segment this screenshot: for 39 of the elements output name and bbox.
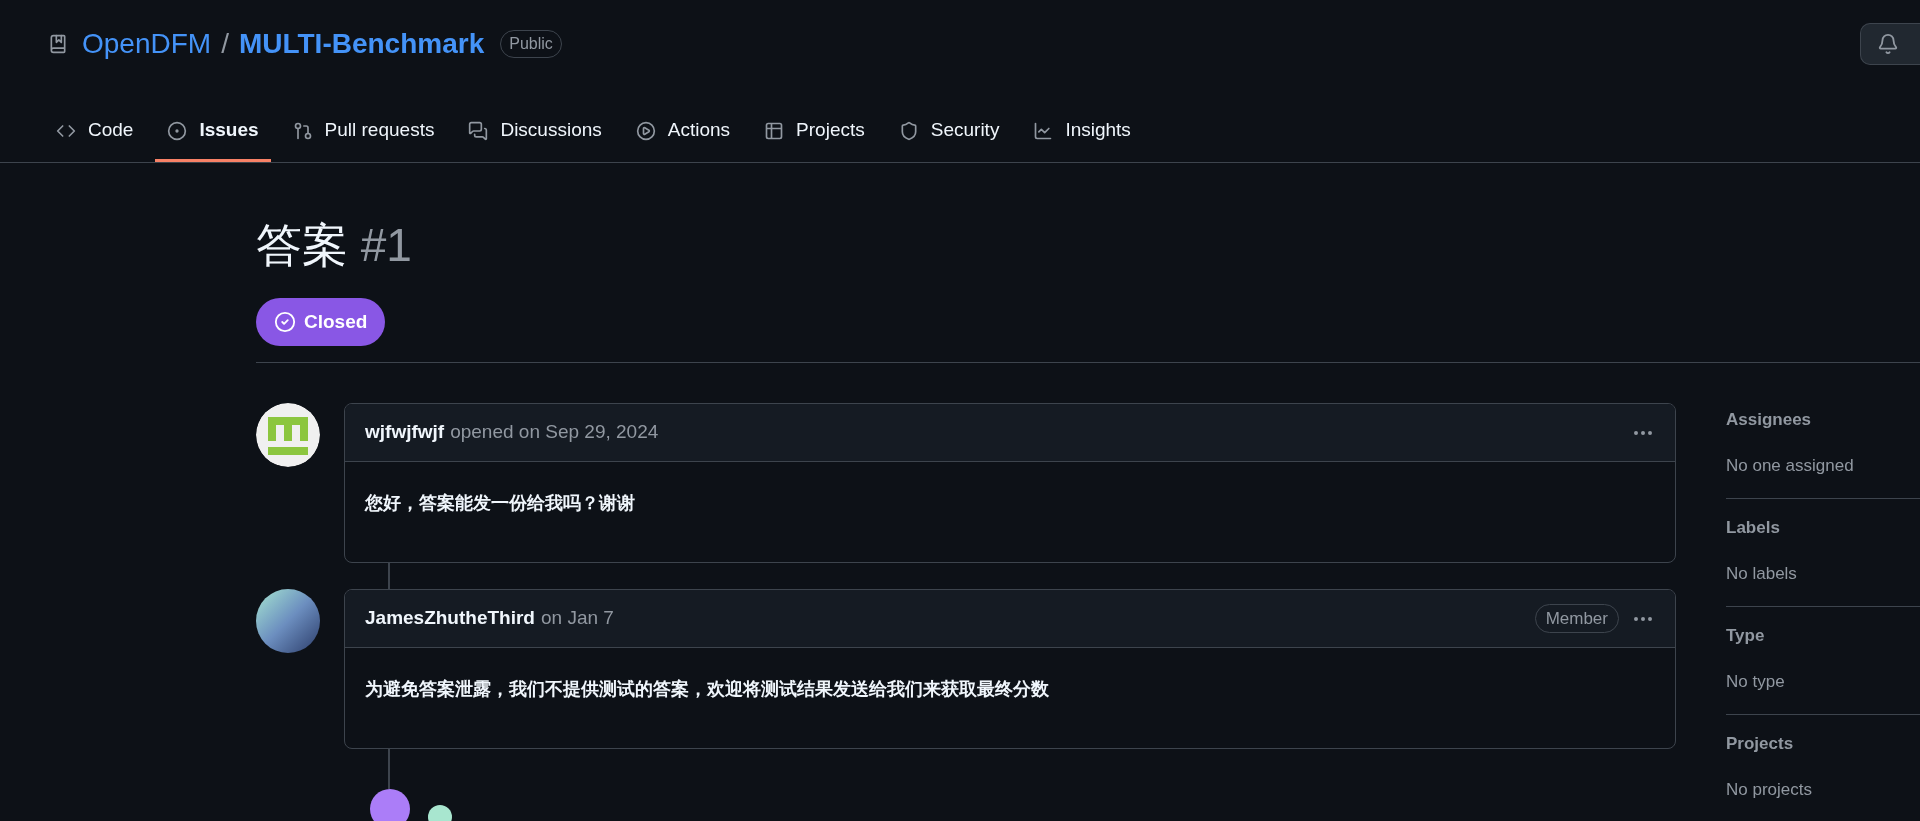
sidebar-value: No labels xyxy=(1726,562,1798,585)
nav-tab[interactable]: Discussions xyxy=(456,106,614,162)
notifications-button[interactable] xyxy=(1860,23,1920,65)
author-link[interactable]: wjfwjfwjf xyxy=(365,418,445,447)
repo-owner-link[interactable]: OpenDFM xyxy=(82,23,212,65)
circle-dot-icon xyxy=(167,120,188,141)
path-separator: / xyxy=(221,27,229,61)
avatar[interactable] xyxy=(256,403,320,467)
speech-bubbles-icon xyxy=(468,120,489,141)
check-circle-icon xyxy=(274,311,296,333)
nav-tab[interactable]: Issues xyxy=(155,106,271,162)
nav-tab[interactable]: Actions xyxy=(623,106,743,162)
nav-tab[interactable]: Insights xyxy=(1021,106,1143,162)
nav-tab[interactable]: Security xyxy=(886,106,1012,162)
sidebar-heading[interactable]: Projects xyxy=(1726,731,1920,757)
repo-name-link[interactable]: MULTI-Benchmark xyxy=(238,23,485,65)
sidebar-heading[interactable]: Type xyxy=(1726,623,1920,649)
timeline-event-badge xyxy=(370,789,410,821)
issue-title: 答案 #1 xyxy=(256,218,413,273)
nav-tab[interactable]: Code xyxy=(44,106,146,162)
repository-icon xyxy=(48,34,68,54)
line-chart-icon xyxy=(1033,120,1054,141)
sidebar-value: No projects xyxy=(1726,778,1813,801)
table-icon xyxy=(764,120,785,141)
comment-timestamp: opened on Sep 29, 2024 xyxy=(450,420,659,445)
comment-timestamp: on Jan 7 xyxy=(541,606,614,631)
sidebar-heading[interactable]: Assignees xyxy=(1726,407,1920,433)
sidebar-heading[interactable]: Labels xyxy=(1726,515,1920,541)
bell-icon xyxy=(1877,33,1899,55)
status-badge: Closed xyxy=(256,298,386,346)
pull-request-icon xyxy=(292,120,313,141)
sidebar-value: No type xyxy=(1726,670,1786,693)
author-link[interactable]: JamesZhutheThird xyxy=(365,604,535,633)
sidebar-value: No one assigned xyxy=(1726,454,1855,477)
comment-body: 为避免答案泄露，我们不提供测试的答案，欢迎将测试结果发送给我们来获取最终分数 xyxy=(364,678,1050,701)
nav-tab[interactable]: Projects xyxy=(752,106,877,162)
nav-tab[interactable]: Pull requests xyxy=(280,106,447,162)
play-icon xyxy=(635,120,656,141)
comment-body: 您好，答案能发一份给我吗？谢谢 xyxy=(363,492,636,515)
